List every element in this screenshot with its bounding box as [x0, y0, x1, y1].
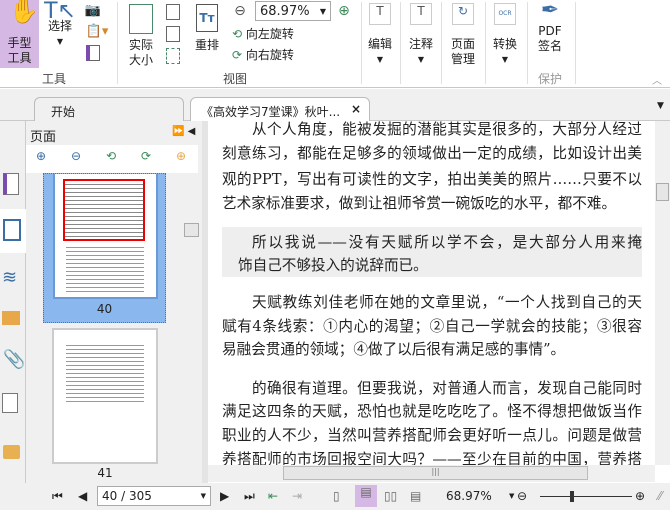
fit-page-icon[interactable]	[166, 4, 180, 20]
continuous-page-icon[interactable]: ▤	[355, 485, 377, 507]
page-thumbnail-40[interactable]: 40	[43, 173, 166, 323]
doc-line: 艺术家标准要求，做到让祖师爷赏一碗饭吃的水平，都不难。	[222, 195, 617, 212]
last-page-icon[interactable]: ⏭	[244, 489, 255, 504]
next-page-icon[interactable]: ▶	[220, 489, 229, 503]
select-button[interactable]: T↖ 选择 ▼	[44, 0, 76, 49]
zoom-out-icon[interactable]: ⊖	[232, 3, 248, 19]
side-panel-rail: ≋ 📎	[0, 121, 26, 483]
first-page-icon[interactable]: ⏮	[52, 489, 63, 504]
bookmark-page-icon[interactable]	[86, 45, 100, 61]
pages-panel-icon[interactable]	[0, 209, 26, 253]
page-thumbnail-41[interactable]	[52, 328, 158, 464]
doc-line: 天赋教练刘佳老师在她的文章里说，“一个人找到自己的天	[252, 294, 642, 311]
pages-panel: 页面 ⏩ ◀ ⊕ ⊖ ⟲ ⟳ ⊕ 40 41	[26, 121, 202, 483]
pages-panel-title: 页面	[30, 130, 57, 145]
doc-line: 的确很有道理。但要我说，对普通人而言，发现自己能同时	[252, 380, 642, 397]
annotate-icon: T	[410, 3, 432, 25]
ribbon-toolbar: ✋ 手型工具 T↖ 选择 ▼ 📷 📋▾ 工具 实际大小 Tт 重排 ⊖ 68.97…	[0, 0, 670, 88]
thumbnail-label: 41	[97, 466, 113, 480]
doc-line: 赋有4条线索：①内心的渴望；②自己一学就会的技能；③很容	[222, 318, 642, 335]
rotate-page-right-icon[interactable]: ⟳	[141, 149, 151, 163]
collapse-ribbon-icon[interactable]: ︿	[652, 72, 662, 87]
horizontal-scrollbar[interactable]: |||	[208, 465, 655, 482]
thumbnail-toolbar: ⊕ ⊖ ⟲ ⟳ ⊕	[26, 145, 198, 173]
panel-options-icon[interactable]: ⏩ ◀	[172, 126, 195, 137]
zoom-slider[interactable]	[540, 491, 632, 502]
resize-grip-icon[interactable]: ⁄⁄	[658, 489, 662, 503]
annotate-button[interactable]: T 注释 ▼	[406, 3, 436, 67]
doc-line: 饰自己不够投入的说辞而已。	[238, 257, 428, 274]
tab-document[interactable]: 《高效学习7堂课》秋叶... ×	[190, 97, 370, 121]
tab-bar: 开始 《高效学习7堂课》秋叶... × ▼	[0, 89, 670, 121]
enlarge-thumbnail-icon[interactable]: ⊕	[36, 149, 46, 163]
thumbnail-label: 40	[96, 302, 113, 316]
rotate-left-button[interactable]: ⟲ 向左旋转	[232, 25, 294, 42]
single-page-icon[interactable]: ▯	[333, 489, 340, 503]
tab-start[interactable]: 开始	[34, 97, 184, 121]
actual-size-button[interactable]: 实际大小	[124, 4, 158, 68]
doc-line: 从个人角度，能被发掘的潜能其实是很多的，大部分人经过	[252, 121, 642, 138]
doc-line: 观的PPT，写出有可读性的文字，拍出美美的照片……只要不以	[222, 171, 642, 188]
viewport-indicator[interactable]	[63, 179, 145, 241]
zoom-out-status-icon[interactable]: ⊖	[517, 489, 527, 503]
doc-line: 刻意练习，都能在足够多的领域做出一定的成绩，比如设计出美	[222, 145, 642, 162]
select-text-icon: T↖	[44, 0, 76, 24]
snapshot-icon[interactable]: 📷	[84, 3, 102, 18]
signature-panel-icon[interactable]	[2, 393, 18, 413]
bookmarks-icon[interactable]	[3, 173, 19, 195]
close-tab-icon[interactable]: ×	[351, 102, 361, 116]
doc-line: 易融会贯通的领域；④做了以后很有满足感的事情”。	[222, 341, 566, 358]
group-label-view: 视图	[222, 72, 247, 86]
zoom-in-status-icon[interactable]: ⊕	[635, 489, 645, 503]
zoom-dropdown-icon[interactable]: ▼	[509, 492, 514, 500]
insert-page-icon[interactable]: ⊕	[176, 149, 186, 163]
previous-page-icon[interactable]: ◀	[78, 489, 87, 503]
rotate-right-icon: ⟳	[232, 48, 243, 62]
edit-button[interactable]: T 编辑 ▼	[365, 3, 395, 67]
previous-view-icon[interactable]: ⇤	[268, 489, 278, 503]
doc-line: 职业的人不少，当然叫营养搭配师会更好听一点儿。问题是做营	[222, 427, 642, 444]
group-label-protect: 保护	[537, 72, 562, 86]
document-view: 从个人角度，能被发掘的潜能其实是很多的，大部分人经过 刻意练习，都能在足够多的领…	[208, 121, 655, 465]
page-frame-icon	[129, 4, 153, 34]
reduce-thumbnail-icon[interactable]: ⊖	[71, 149, 81, 163]
doc-line: 养搭配师的市场回报空间大吗？——至少在目前的中国，营养搭	[222, 451, 642, 465]
reflow-icon: Tт	[196, 4, 218, 32]
tab-list-dropdown-icon[interactable]: ▼	[657, 101, 664, 111]
edit-icon: T	[369, 3, 391, 25]
facing-page-icon[interactable]: ▯▯	[384, 489, 397, 503]
fit-visible-icon[interactable]	[166, 48, 180, 64]
convert-button[interactable]: OCR 转换 ▼	[490, 3, 520, 67]
comments-icon[interactable]	[2, 311, 20, 325]
page-number-field[interactable]: 40 / 305 ▼	[97, 486, 211, 506]
next-view-icon[interactable]: ⇥	[292, 489, 302, 503]
zoom-select[interactable]: 68.97% ▼	[255, 1, 331, 21]
rotate-right-button[interactable]: ⟳ 向右旋转	[232, 46, 294, 63]
thumbnail-scrollbar[interactable]	[183, 173, 200, 483]
ocr-icon: OCR	[494, 3, 516, 25]
zoom-level[interactable]: 68.97%	[446, 489, 492, 503]
reflow-button[interactable]: Tт 重排	[192, 4, 222, 53]
hand-tool-button[interactable]: ✋ 手型工具	[0, 0, 39, 68]
hand-icon: ✋	[9, 0, 39, 25]
attachments-icon[interactable]: 📎	[3, 349, 25, 370]
rotate-left-icon: ⟲	[232, 27, 243, 41]
pen-sign-icon: ✒	[540, 0, 560, 23]
pdf-sign-button[interactable]: ✒ PDF签名	[534, 0, 566, 54]
status-bar: ⏮ ◀ 40 / 305 ▼ ▶ ⏭ ⇤ ⇥ ▯ ▤ ▯▯ ▤ 68.97% ▼ …	[0, 483, 670, 510]
zoom-in-icon[interactable]: ⊕	[336, 3, 352, 19]
doc-line: 所以我说——没有天赋所以学不会，是大部分人用来掩	[252, 234, 642, 251]
layers-icon[interactable]: ≋	[2, 267, 17, 288]
security-lock-icon[interactable]	[3, 445, 20, 459]
fit-width-icon[interactable]	[166, 26, 180, 42]
doc-line: 满足这四条的天赋，恐怕也就是吃吃吃了。怪不得想把做饭当作	[222, 403, 642, 420]
continuous-facing-icon[interactable]: ▤	[410, 489, 421, 503]
group-label-tools: 工具	[41, 72, 66, 86]
clipboard-icon[interactable]: 📋▾	[84, 23, 110, 39]
page-manage-button[interactable]: ↻ 页面管理	[445, 3, 481, 67]
page-rotate-icon: ↻	[452, 3, 474, 25]
vertical-scrollbar[interactable]	[655, 121, 670, 465]
rotate-page-left-icon[interactable]: ⟲	[106, 149, 116, 163]
